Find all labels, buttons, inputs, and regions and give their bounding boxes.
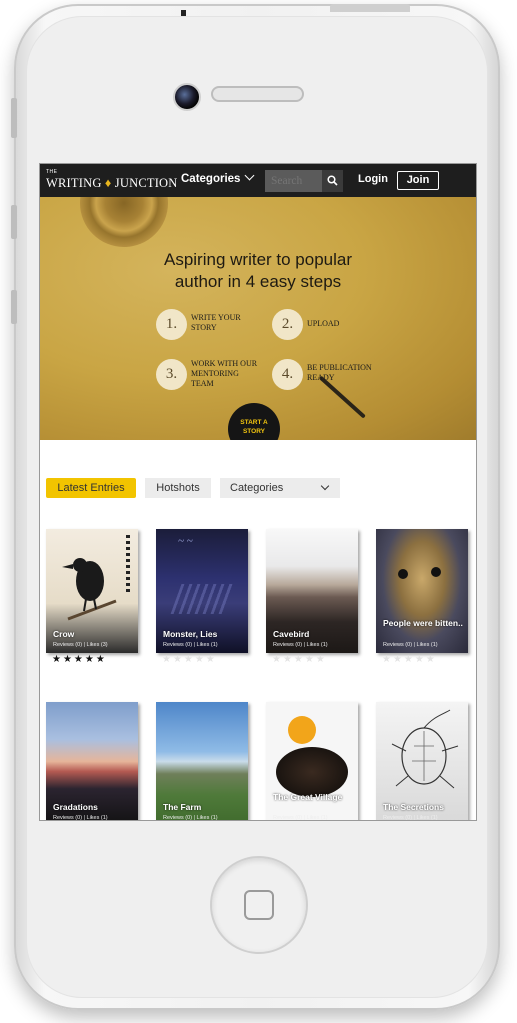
chevron-down-icon	[244, 170, 255, 181]
step-text-line: STORY	[191, 323, 217, 332]
phone-screen: THE WRITING ♦ JUNCTION Categories Login …	[39, 163, 477, 821]
join-button[interactable]: Join	[397, 171, 439, 190]
rating-stars: ★★★★★	[52, 654, 107, 665]
entry-title: The Secretions	[383, 802, 444, 812]
window-light-decoration	[170, 584, 237, 614]
entry-filters: Latest Entries Hotshots Categories	[40, 478, 476, 500]
entry-title: The Great Village	[273, 792, 343, 802]
logo-wordmark: WRITING ♦ JUNCTION	[46, 176, 178, 191]
cover-script-decoration: ~ ~	[178, 535, 193, 547]
volume-down-button	[11, 290, 17, 324]
orange-slice-decoration	[288, 716, 316, 744]
step-text-line: WORK WITH OUR	[191, 359, 258, 368]
entry-title: The Farm	[163, 802, 202, 812]
turtle-sketch-illustration	[391, 709, 459, 789]
calligraphy-decoration	[126, 535, 130, 595]
entry-title: People were bitten..	[383, 618, 463, 628]
tab-hotshots[interactable]: Hotshots	[145, 478, 211, 498]
entry-meta: Reviews (0) | Likes (1)	[273, 815, 328, 821]
entry-card[interactable]: The Great Village Reviews (0) | Likes (1…	[266, 702, 358, 821]
entry-title: Monster, Lies	[163, 629, 218, 639]
chevron-down-icon	[320, 481, 330, 491]
brass-seal-decoration	[80, 197, 168, 247]
login-link[interactable]: Login	[358, 173, 388, 185]
home-button[interactable]	[210, 856, 308, 954]
step-text: WRITE YOUR STORY	[191, 313, 241, 333]
entry-title: Crow	[53, 629, 75, 639]
entry-meta: Reviews (0) | Likes (3)	[53, 642, 108, 648]
entry-meta: Reviews (0) | Likes (1)	[383, 815, 438, 821]
entry-meta: Reviews (0) | Likes (1)	[53, 815, 108, 821]
step-number: 1.	[156, 309, 187, 340]
pen-nib-icon: ♦	[101, 176, 115, 190]
dog-eye-decoration	[431, 567, 441, 577]
entry-card[interactable]: People were bitten.. Reviews (0) | Likes…	[376, 529, 468, 653]
volume-up-button	[11, 205, 17, 239]
entry-card[interactable]: Crow Reviews (0) | Likes (3)	[46, 529, 138, 653]
entry-meta: Reviews (0) | Likes (1)	[273, 642, 328, 648]
categories-dropdown[interactable]: Categories	[220, 478, 340, 498]
start-story-line1: START A	[240, 419, 268, 426]
step-text-line: MENTORING	[191, 369, 239, 378]
antenna-mark	[181, 10, 186, 16]
step-text-line: UPLOAD	[307, 319, 340, 328]
nav-categories-label: Categories	[181, 173, 241, 185]
rating-stars: ★★★★★	[162, 654, 217, 665]
hero-banner: Aspiring writer to popular author in 4 ea…	[40, 197, 476, 440]
step-text-line: TEAM	[191, 379, 214, 388]
entry-card[interactable]: Gradations Reviews (0) | Likes (1)	[46, 702, 138, 821]
logo-small-text: THE	[46, 169, 58, 175]
rating-stars: ★★★★★	[382, 654, 437, 665]
entry-card[interactable]: Cavebird Reviews (0) | Likes (1)	[266, 529, 358, 653]
search-icon	[327, 175, 338, 186]
step-text: BE PUBLICATION READY	[307, 363, 372, 383]
top-navbar: THE WRITING ♦ JUNCTION Categories Login …	[40, 164, 476, 197]
crow-illustration	[62, 558, 117, 621]
logo-left-text: WRITING	[46, 176, 102, 190]
step-number: 2.	[272, 309, 303, 340]
tab-latest-entries[interactable]: Latest Entries	[46, 478, 136, 498]
step-text-line: READY	[307, 373, 335, 382]
step-number: 3.	[156, 359, 187, 390]
entry-title: Cavebird	[273, 629, 310, 639]
search-input[interactable]	[265, 170, 322, 192]
entry-meta: Reviews (0) | Likes (1)	[383, 642, 438, 648]
step-text: UPLOAD	[307, 319, 339, 329]
dog-eye-decoration	[398, 569, 408, 579]
home-square-icon	[244, 890, 274, 920]
mute-switch	[11, 98, 17, 138]
entry-card[interactable]: The Secretions Reviews (0) | Likes (1)	[376, 702, 468, 821]
entry-title: Gradations	[53, 802, 98, 812]
step-text: WORK WITH OUR MENTORING TEAM	[191, 359, 257, 389]
dessert-decoration	[276, 747, 348, 797]
front-camera	[173, 83, 201, 111]
step-text-line: WRITE YOUR	[191, 313, 241, 322]
start-story-button[interactable]: START A STORY	[228, 403, 280, 440]
hero-title-line1: Aspiring writer to popular	[163, 250, 353, 269]
entry-card[interactable]: The Farm Reviews (0) | Likes (1)	[156, 702, 248, 821]
entry-card[interactable]: ~ ~ Monster, Lies Reviews (0) | Likes (1…	[156, 529, 248, 653]
nav-categories-menu[interactable]: Categories	[181, 170, 255, 185]
step-number: 4.	[272, 359, 303, 390]
hero-title-line2: author in 4 easy steps	[174, 272, 342, 291]
hero-title: Aspiring writer to popular author in 4 ea…	[40, 249, 476, 293]
power-button	[330, 4, 410, 12]
step-text-line: BE PUBLICATION	[307, 363, 372, 372]
search-button[interactable]	[322, 170, 343, 192]
earpiece-speaker	[211, 86, 304, 102]
entry-meta: Reviews (0) | Likes (1)	[163, 642, 218, 648]
start-story-line2: STORY	[242, 428, 266, 435]
rating-stars: ★★★★★	[272, 654, 327, 665]
categories-dropdown-label: Categories	[230, 482, 284, 494]
entry-meta: Reviews (0) | Likes (1)	[163, 815, 218, 821]
search-box	[265, 170, 343, 192]
logo-right-text: JUNCTION	[114, 176, 178, 190]
